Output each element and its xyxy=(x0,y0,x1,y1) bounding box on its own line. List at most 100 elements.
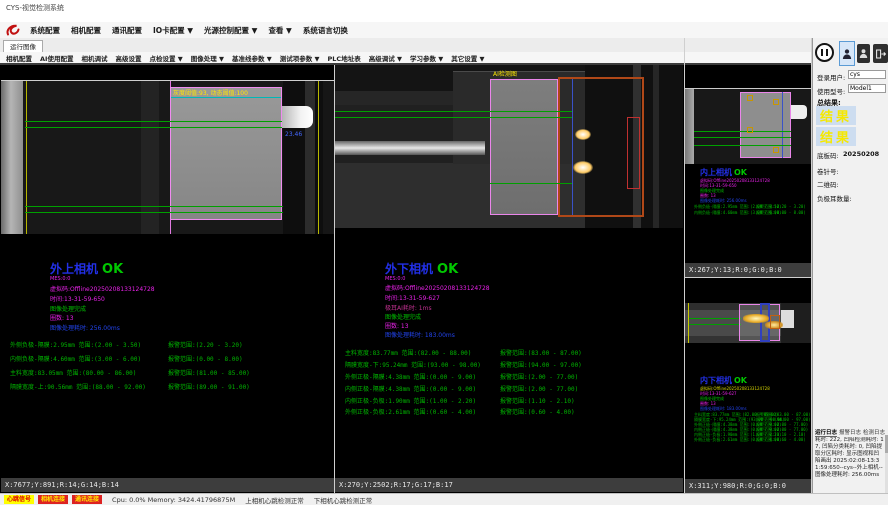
threshold-overlay: 灰度阈值:93, 动态阈值:100 xyxy=(173,88,248,97)
yellow-marker xyxy=(747,95,753,101)
menu-item-light-config[interactable]: 光源控制配置 ▼ xyxy=(204,25,257,36)
menu-bar: 系统配置 相机配置 通讯配置 IO卡配置 ▼ 光源控制配置 ▼ 查看 ▼ 系统语… xyxy=(0,22,888,39)
pixel-coord-bar: X:267;Y:13;R:0;G:0;B:0 xyxy=(685,263,811,277)
virtual-barcode: 虚拟码:Offline20250208133124728 xyxy=(50,284,155,293)
tb-image-processing[interactable]: 图像处理 ▼ xyxy=(191,53,224,63)
cyan-guide-line xyxy=(171,97,281,98)
pixel-coord-bar: X:311;Y:980;R:0;G:0;B:0 xyxy=(685,479,811,493)
green-guide-line xyxy=(25,212,283,213)
measurement-row: 外侧负极-隔膜:2.95mm 范围:(2.00 - 3.50)报警范围:(2.2… xyxy=(10,340,141,349)
log-tab-run[interactable]: 运行日志 xyxy=(815,428,837,437)
yellow-marker xyxy=(747,127,753,133)
operator-button[interactable] xyxy=(857,44,870,63)
pause-button[interactable] xyxy=(815,43,834,62)
model-label: 使用型号: xyxy=(817,86,845,96)
green-guide-line xyxy=(335,117,572,118)
capture-time: 时间:13-31-59-627 xyxy=(385,293,440,302)
measurement-row: 外侧正极-负极:2.61mm 范围:(0.60 - 4.00)报警范围:(0.6… xyxy=(345,407,476,416)
status-bar: 心跳信号 相机连接 通讯连接 Cpu: 0.0% Memory: 3424.41… xyxy=(0,493,888,505)
winding-pin-label: 卷针号: xyxy=(817,166,839,176)
menu-item-system-config[interactable]: 系统配置 xyxy=(30,25,60,36)
measurement-row: 隔膜宽度-上:90.56mm 范围:(88.00 - 92.00)报警范围:(8… xyxy=(10,382,146,391)
login-user-label: 登录用户: xyxy=(817,72,845,82)
login-user-field[interactable] xyxy=(848,70,886,79)
measurement-row: 内侧正极-负极:1.90mm 范围:(1.00 - 2.20)报警范围:(1.1… xyxy=(345,396,476,405)
camera-view-outer-upper[interactable]: 灰度阈值:93, 动态阈值:100 23.46 xyxy=(1,80,334,234)
camera-view-inner-lower[interactable] xyxy=(685,303,811,343)
camera-view-inner-upper[interactable] xyxy=(685,88,811,164)
tb-advanced-debug[interactable]: 高级调试 ▼ xyxy=(369,53,402,63)
log-tab-detect[interactable]: 检测日志 xyxy=(863,428,885,436)
user-button-selected[interactable] xyxy=(839,41,855,66)
cell-region xyxy=(740,92,791,158)
log-output: 耗时: 222, 凹陷检测耗时: 17, 凹陷分类耗时: 0, 凹陷提取分区耗时… xyxy=(815,437,884,491)
tb-learning-params[interactable]: 学习参数 ▼ xyxy=(410,53,443,63)
exit-icon xyxy=(875,48,887,60)
yellow-guide-line xyxy=(688,303,689,343)
machine-stripe xyxy=(323,81,334,234)
ai-elapsed: 极耳AI耗时: 1ms xyxy=(385,303,432,312)
status-ok: OK xyxy=(734,376,747,385)
menu-item-comm-config[interactable]: 通讯配置 xyxy=(112,25,142,36)
roi-rect-orange xyxy=(770,315,780,329)
app-logo-icon xyxy=(5,24,22,36)
menu-item-camera-config[interactable]: 相机配置 xyxy=(71,25,101,36)
menu-item-language-switch[interactable]: 系统语言切换 xyxy=(303,25,348,36)
toolbar: 相机配置 AI使用配置 相机调试 高级设置 点检设置 ▼ 图像处理 ▼ 基准线参… xyxy=(0,52,812,65)
blue-guide-line xyxy=(782,92,783,158)
menu-item-view[interactable]: 查看 ▼ xyxy=(268,25,291,36)
machine-stripe xyxy=(653,65,659,228)
measurement-row: 主料宽度:83.77mm 范围:(82.00 - 88.00)报警范围:(83.… xyxy=(345,348,471,357)
menu-item-io-config[interactable]: IO卡配置 ▼ xyxy=(153,25,193,36)
ai-view-label: AI检测图 xyxy=(493,69,517,78)
status-ok: OK xyxy=(437,262,458,277)
yellow-marker xyxy=(773,147,779,153)
green-guide-line xyxy=(335,111,572,112)
green-guide-line xyxy=(689,318,741,319)
tb-test-params[interactable]: 测试项参数 ▼ xyxy=(280,53,320,63)
measurement-row: 内侧负极-隔膜:4.60mm 范围:(3.00 - 6.00)报警范围:(0.0… xyxy=(10,354,141,363)
measurement-row: 隔膜宽度-下:95.24mm 范围:(93.00 - 98.00)报警范围:(9… xyxy=(345,360,481,369)
camera-link-badge: 相机连接 xyxy=(38,495,68,504)
machine-edge xyxy=(685,89,694,164)
green-guide-line xyxy=(694,145,791,146)
capture-time: 时间:13-31-59-650 xyxy=(50,294,105,303)
tb-camera-config[interactable]: 相机配置 xyxy=(6,53,32,63)
camera-title: 外上相机OK xyxy=(50,260,123,277)
app-window: CYS-视觉检测系统 系统配置 相机配置 通讯配置 IO卡配置 ▼ 光源控制配置… xyxy=(0,0,888,522)
user-icon xyxy=(842,48,852,60)
yellow-guide-line xyxy=(318,81,319,234)
tb-plc-address[interactable]: PLC地址表 xyxy=(328,53,361,63)
measurement-row: 主料宽度:83.05mm 范围:(80.00 - 86.00)报警范围:(81.… xyxy=(10,368,136,377)
green-guide-line xyxy=(694,137,791,138)
tb-camera-debug[interactable]: 相机调试 xyxy=(81,53,107,63)
panel-separator xyxy=(334,65,335,493)
qr-code-label: 二维码: xyxy=(817,179,839,189)
status-ok: OK xyxy=(734,168,747,177)
tb-spot-check[interactable]: 点检设置 ▼ xyxy=(149,53,182,63)
model-field[interactable] xyxy=(848,84,886,93)
measurement-row: 内侧正极-隔膜:4.38mm 范围:(0.00 - 9.00)报警范围:(2.0… xyxy=(345,384,476,393)
cell-region xyxy=(170,87,282,220)
log-tab-alarm[interactable]: 报警日志 xyxy=(839,428,861,436)
bright-streak xyxy=(335,141,485,155)
tb-ai-config[interactable]: AI使用配置 xyxy=(40,53,73,63)
tb-baseline-params[interactable]: 基准线参数 ▼ xyxy=(232,53,272,63)
green-guide-line xyxy=(490,183,572,184)
tb-other-settings[interactable]: 其它设置 ▼ xyxy=(451,53,484,63)
machine-stripe xyxy=(305,81,315,234)
camera-title: 内上相机OK xyxy=(700,167,747,178)
tb-advanced-settings[interactable]: 高级设置 xyxy=(115,53,141,63)
title-bar: CYS-视觉检测系统 xyxy=(0,0,888,14)
camera-view-outer-lower[interactable]: AI检测图 xyxy=(335,65,683,228)
process-elapsed: 图像处理耗时: 256.00ms xyxy=(50,323,120,332)
roi-rect-red xyxy=(627,117,640,189)
user-icon xyxy=(859,48,868,59)
sidebar: 登录用户: 使用型号: 总结果: 结果 结果 底板码: 20250208 卷针号… xyxy=(812,38,888,493)
tab-strip: 运行图像 xyxy=(0,38,812,52)
pixel-coord-bar: X:7677;Y:891;R:14;G:14;B:14 xyxy=(1,478,334,492)
window-title: CYS-视觉检测系统 xyxy=(6,3,64,13)
green-guide-line xyxy=(694,131,791,132)
exit-button[interactable] xyxy=(873,44,888,63)
blue-guide-line xyxy=(572,79,573,215)
